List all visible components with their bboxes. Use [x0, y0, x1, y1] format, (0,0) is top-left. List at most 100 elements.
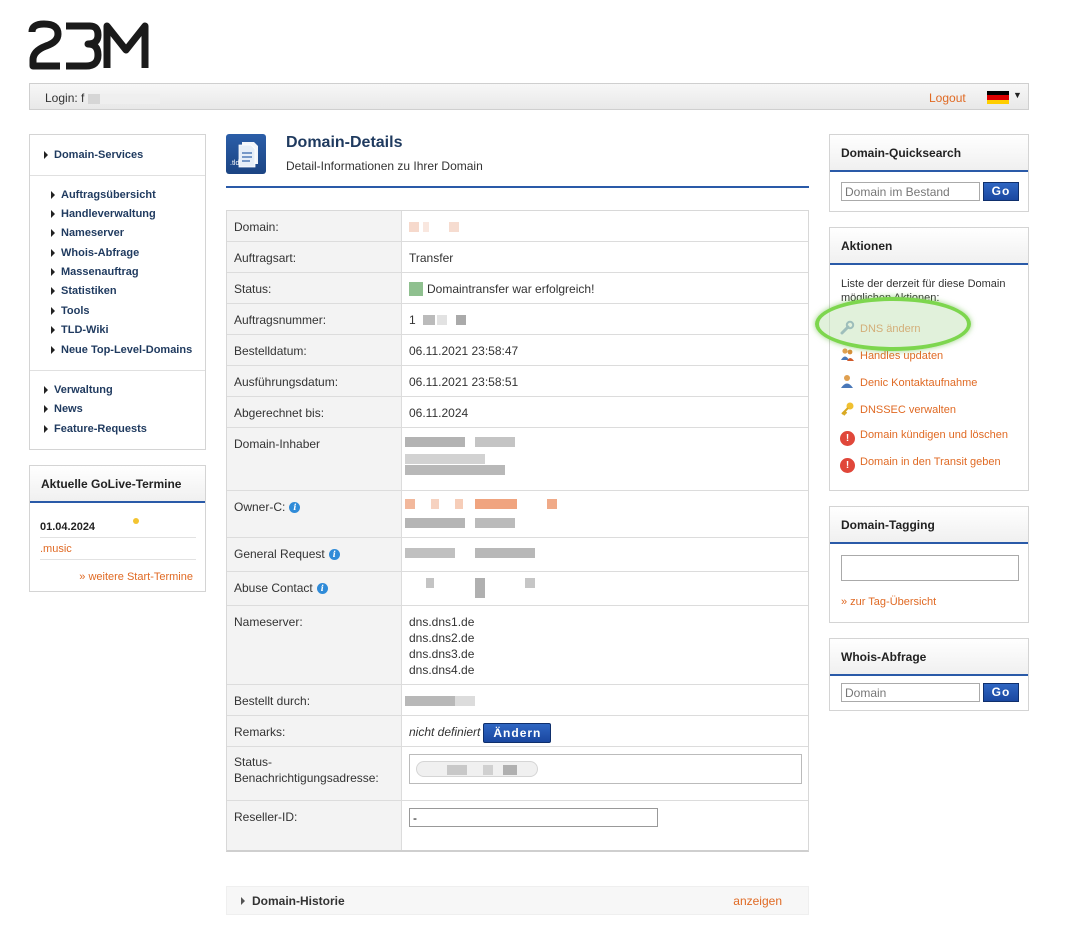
redacted-order-number: [423, 315, 435, 325]
whois-go-button[interactable]: Go: [983, 683, 1019, 702]
info-icon[interactable]: i: [289, 502, 301, 513]
row-reseller-id: Reseller-ID:: [227, 801, 808, 850]
nav-item-auftragsuebersicht[interactable]: Auftragsübersicht: [51, 189, 156, 201]
redacted-owner-c: [405, 518, 465, 528]
logout-link[interactable]: Logout: [929, 91, 966, 105]
nav-item-tools[interactable]: Tools: [51, 305, 90, 317]
label-status: Status:: [227, 273, 402, 303]
nav-item-statistiken[interactable]: Statistiken: [51, 285, 117, 297]
label-owner-c: Owner-C: i: [227, 491, 402, 537]
row-auftragsart: Auftragsart: Transfer: [227, 242, 808, 273]
action-domain-transit[interactable]: ! Domain in den Transit geben: [840, 456, 1001, 473]
show-history-link[interactable]: anzeigen: [733, 894, 782, 908]
warning-icon: !: [840, 458, 855, 473]
row-ausfuehrungsdatum: Ausführungsdatum: 06.11.2021 23:58:51: [227, 366, 808, 397]
triangle-right-icon: [51, 326, 55, 334]
redacted-owner: [405, 465, 505, 475]
reseller-id-input[interactable]: [409, 808, 658, 827]
redacted-email: [503, 765, 517, 775]
action-dnssec-verwalten[interactable]: DNSSEC verwalten: [840, 401, 956, 416]
more-start-dates-link[interactable]: » weitere Start-Termine: [79, 571, 193, 583]
status-success-icon: [409, 282, 423, 296]
action-dns-aendern[interactable]: DNS ändern: [840, 320, 921, 335]
quicksearch-go-button[interactable]: Go: [983, 182, 1019, 201]
action-handles-updaten[interactable]: Handles updaten: [840, 347, 943, 362]
status-notification-address-field[interactable]: [409, 754, 802, 784]
tag-overview-link[interactable]: » zur Tag-Übersicht: [841, 596, 936, 608]
row-auftragsnummer: Auftragsnummer: 1: [227, 304, 808, 335]
action-domain-kuendigen[interactable]: ! Domain kündigen und löschen: [840, 429, 1008, 446]
domain-quicksearch-panel: Domain-Quicksearch Go: [829, 134, 1029, 212]
label-bestelldatum: Bestelldatum:: [227, 335, 402, 365]
redacted-owner-c: [455, 499, 463, 509]
triangle-right-icon: [51, 268, 55, 276]
title-divider: [226, 186, 809, 188]
triangle-right-icon: [51, 210, 55, 218]
key-icon: [840, 401, 855, 416]
golive-panel: Aktuelle GoLive-Termine 01.04.2024 .musi…: [29, 465, 206, 592]
redacted-ordered-by: [405, 696, 455, 706]
nav-item-tld-wiki[interactable]: TLD-Wiki: [51, 324, 109, 336]
wrench-icon: [840, 320, 855, 335]
nav-domain-services[interactable]: Domain-Services: [44, 149, 143, 161]
domain-tagging-panel: Domain-Tagging » zur Tag-Übersicht: [829, 506, 1029, 623]
value-auftragsnummer: 1: [409, 313, 416, 327]
label-abgerechnet: Abgerechnet bis:: [227, 397, 402, 427]
edit-remarks-button[interactable]: Ändern: [483, 723, 552, 743]
triangle-right-icon: [51, 346, 55, 354]
row-domain: Domain:: [227, 211, 808, 242]
label-domain: Domain:: [227, 211, 402, 241]
tld-document-icon: .tld: [226, 134, 266, 174]
redacted-abuse-contact: [525, 578, 535, 588]
info-icon[interactable]: i: [328, 549, 340, 560]
redacted-order-number: [437, 315, 447, 325]
golive-tld-link[interactable]: .music: [40, 543, 72, 555]
tag-input[interactable]: [841, 555, 1019, 581]
row-bestelldatum: Bestelldatum: 06.11.2021 23:58:47: [227, 335, 808, 366]
nav-item-verwaltung[interactable]: Verwaltung: [44, 384, 113, 396]
whois-input[interactable]: [841, 683, 980, 702]
value-nameserver: dns.dns1.de dns.dns2.de dns.dns3.de dns.…: [409, 614, 474, 678]
action-denic-kontaktaufnahme[interactable]: Denic Kontaktaufnahme: [840, 374, 977, 389]
login-label: Login: f: [45, 91, 161, 105]
label-remarks: Remarks:: [227, 716, 402, 746]
label-bestellt-durch: Bestellt durch:: [227, 685, 402, 715]
row-abuse-contact: Abuse Contact i: [227, 572, 808, 606]
de-flag-icon[interactable]: [987, 91, 1009, 104]
value-abgerechnet: 06.11.2024: [409, 406, 469, 420]
value-bestelldatum: 06.11.2021 23:58:47: [409, 344, 519, 358]
info-icon[interactable]: i: [316, 583, 328, 594]
row-status-notification: Status- Benachrichtigungsadresse:: [227, 747, 808, 801]
nav-item-handleverwaltung[interactable]: Handleverwaltung: [51, 208, 156, 220]
golive-date: 01.04.2024: [40, 521, 96, 533]
row-abgerechnet: Abgerechnet bis: 06.11.2024: [227, 397, 808, 428]
email-tag[interactable]: [416, 761, 538, 777]
value-ausfuehrungsdatum: 06.11.2021 23:58:51: [409, 375, 519, 389]
redacted-order-number: [456, 315, 466, 325]
nav-item-massenauftrag[interactable]: Massenauftrag: [51, 266, 139, 278]
nav-item-news[interactable]: News: [44, 403, 83, 415]
redacted-owner: [405, 454, 485, 464]
nav-item-nameserver[interactable]: Nameserver: [51, 227, 124, 239]
nav-item-whois-abfrage[interactable]: Whois-Abfrage: [51, 247, 139, 259]
row-domain-inhaber: Domain-Inhaber: [227, 428, 808, 491]
redacted-ordered-by: [455, 696, 475, 706]
triangle-right-icon: [51, 307, 55, 315]
label-ausfuehrungsdatum: Ausführungsdatum:: [227, 366, 402, 396]
triangle-right-icon: [44, 425, 48, 433]
whois-title: Whois-Abfrage: [830, 639, 1028, 676]
divider: [40, 537, 196, 538]
golive-title: Aktuelle GoLive-Termine: [30, 466, 205, 503]
23m-logo[interactable]: [28, 20, 154, 70]
redacted-email: [483, 765, 493, 775]
domain-historie-section[interactable]: Domain-Historie anzeigen: [226, 886, 809, 915]
nav-item-neue-tlds[interactable]: Neue Top-Level-Domains: [51, 344, 192, 356]
value-status: Domaintransfer war erfolgreich!: [409, 282, 594, 296]
chevron-down-icon[interactable]: ▼: [1013, 90, 1022, 100]
actions-title: Aktionen: [830, 228, 1028, 265]
quicksearch-input[interactable]: [841, 182, 980, 201]
person-icon: [840, 374, 855, 389]
redacted-owner-c: [475, 518, 515, 528]
label-abuse-contact: Abuse Contact i: [227, 572, 402, 605]
nav-item-feature-requests[interactable]: Feature-Requests: [44, 423, 147, 435]
